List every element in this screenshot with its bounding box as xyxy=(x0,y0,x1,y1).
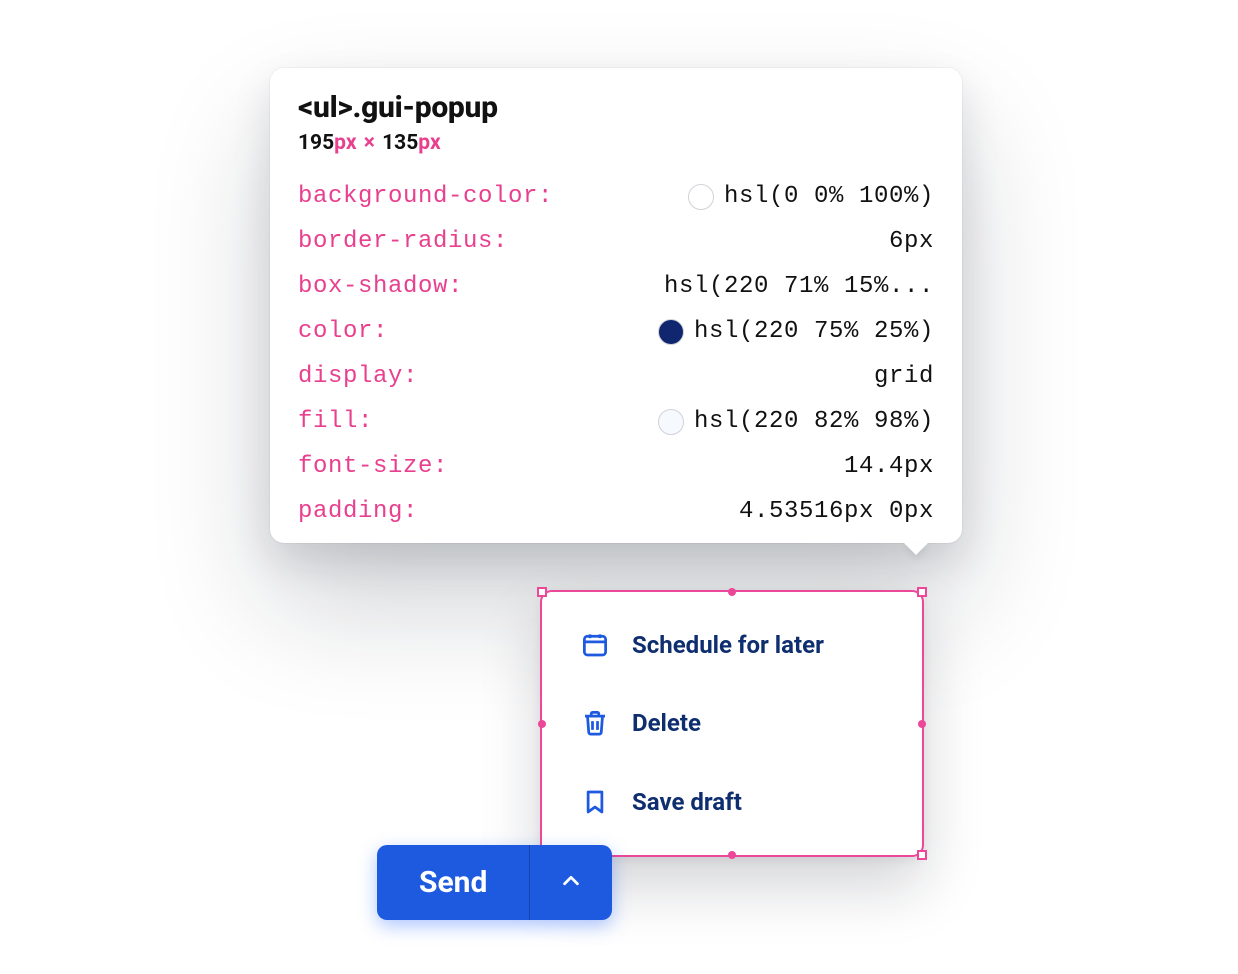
selection-handle-se[interactable] xyxy=(917,850,927,860)
dim-width: 195 xyxy=(298,131,334,155)
prop-name-border-radius: border-radius xyxy=(298,228,638,255)
prop-name-padding: padding xyxy=(298,498,638,525)
chevron-up-icon xyxy=(560,870,582,896)
tooltip-selector: <ul>.gui-popup xyxy=(298,90,934,125)
selection-handle-s[interactable] xyxy=(728,851,736,859)
dim-unit-w: px xyxy=(334,131,356,155)
bookmark-icon xyxy=(580,787,610,817)
dim-height: 135 xyxy=(382,131,418,155)
prop-name-color: color xyxy=(298,318,638,345)
prop-val-border-radius: 6px xyxy=(658,228,934,255)
send-more-toggle[interactable] xyxy=(530,845,612,920)
prop-val-fill: hsl(220 82% 98%) xyxy=(658,408,934,435)
swatch-fill xyxy=(658,409,684,435)
dim-unit-h: px xyxy=(418,131,440,155)
prop-val-display: grid xyxy=(658,363,934,390)
selection-handle-ne[interactable] xyxy=(917,587,927,597)
prop-name-fill: fill xyxy=(298,408,638,435)
menu-item-delete[interactable]: Delete xyxy=(542,684,922,762)
menu-item-label: Delete xyxy=(632,709,701,737)
prop-name-font-size: font-size xyxy=(298,453,638,480)
menu-item-label: Schedule for later xyxy=(632,631,824,659)
prop-val-font-size: 14.4px xyxy=(658,453,934,480)
swatch-color xyxy=(658,319,684,345)
prop-name-display: display xyxy=(298,363,638,390)
prop-val-box-shadow: hsl(220 71% 15%... xyxy=(658,273,934,300)
selection-handle-n[interactable] xyxy=(728,588,736,596)
prop-name-box-shadow: box-shadow xyxy=(298,273,638,300)
menu-item-save-draft[interactable]: Save draft xyxy=(542,763,922,841)
prop-name-background-color: background-color xyxy=(298,183,638,210)
prop-val-color: hsl(220 75% 25%) xyxy=(658,318,934,345)
send-split-button: Send xyxy=(377,845,612,920)
devtools-inspect-tooltip: <ul>.gui-popup 195px × 135px background-… xyxy=(270,68,962,543)
tooltip-dimensions: 195px × 135px xyxy=(298,131,934,155)
selection-handle-w[interactable] xyxy=(538,720,546,728)
selection-handle-nw[interactable] xyxy=(537,587,547,597)
menu-item-label: Save draft xyxy=(632,788,742,816)
dim-times: × xyxy=(362,131,377,155)
gui-popup: Schedule for later Delete Save draft xyxy=(540,590,924,857)
menu-item-schedule[interactable]: Schedule for later xyxy=(542,606,922,684)
send-button[interactable]: Send xyxy=(377,845,530,920)
swatch-background-color xyxy=(688,184,714,210)
prop-val-background-color: hsl(0 0% 100%) xyxy=(658,183,934,210)
trash-icon xyxy=(580,708,610,738)
calendar-icon xyxy=(580,630,610,660)
tooltip-properties: background-color hsl(0 0% 100%) border-r… xyxy=(298,183,934,525)
selection-handle-e[interactable] xyxy=(918,720,926,728)
prop-val-padding: 4.53516px 0px xyxy=(658,498,934,525)
